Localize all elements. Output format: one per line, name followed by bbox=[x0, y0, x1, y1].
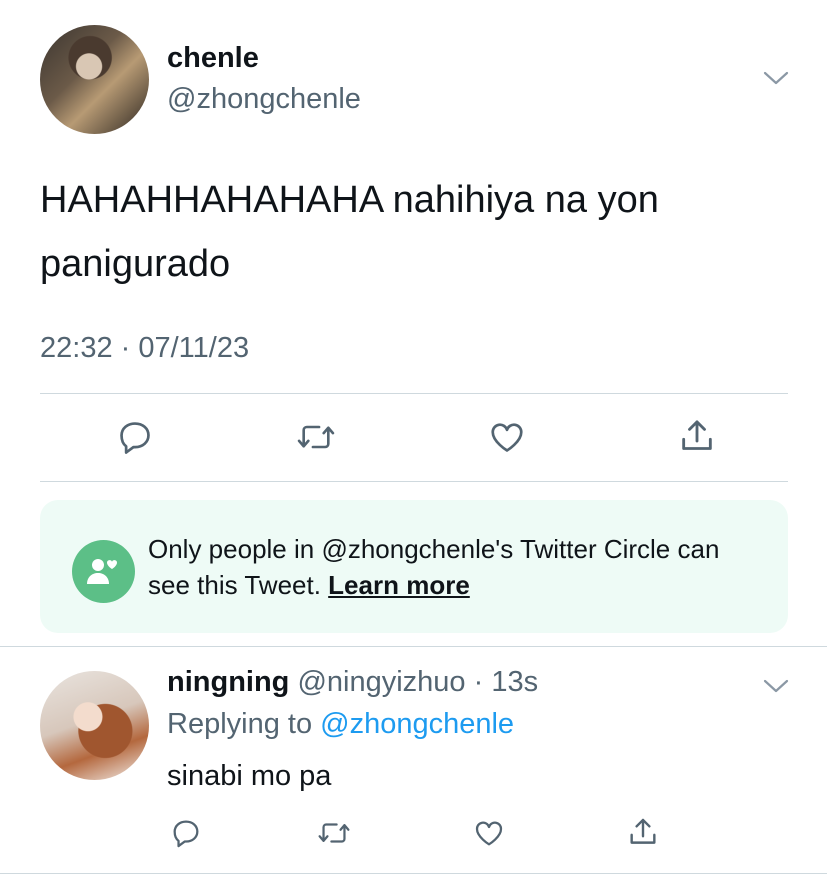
retweet-icon[interactable] bbox=[317, 817, 351, 849]
author-name[interactable]: chenle bbox=[167, 42, 259, 75]
learn-more-link[interactable]: Learn more bbox=[328, 570, 470, 600]
replying-to: Replying to @zhongchenle bbox=[167, 708, 514, 741]
tweet-timestamp[interactable]: 22:32 · 07/11/23 bbox=[40, 332, 249, 365]
chevron-down-icon[interactable] bbox=[762, 68, 790, 88]
replying-label: Replying to bbox=[167, 708, 321, 740]
reply-icon[interactable] bbox=[116, 418, 154, 456]
avatar[interactable] bbox=[40, 671, 149, 780]
tweet-text: HAHAHHAHAHAHA nahihiya na yon panigurado bbox=[40, 179, 659, 285]
chevron-down-icon[interactable] bbox=[762, 676, 790, 696]
separator-dot: · bbox=[465, 666, 492, 698]
reply-text: sinabi mo pa bbox=[167, 760, 332, 792]
twitter-circle-text: Only people in @zhongchenle's Twitter Ci… bbox=[148, 531, 768, 603]
avatar[interactable] bbox=[40, 25, 149, 134]
circle-text-part1: Only people in bbox=[148, 534, 322, 564]
divider bbox=[40, 481, 788, 482]
author-handle[interactable]: @zhongchenle bbox=[167, 83, 361, 116]
like-icon[interactable] bbox=[488, 418, 526, 456]
divider bbox=[0, 646, 827, 647]
reply-age[interactable]: 13s bbox=[491, 666, 538, 698]
reply-author-handle[interactable]: @ningyizhuo bbox=[297, 666, 465, 698]
divider bbox=[40, 393, 788, 394]
reply-header: ningning @ningyizhuo · 13s bbox=[167, 666, 538, 699]
replying-handle-link[interactable]: @zhongchenle bbox=[320, 708, 514, 740]
share-icon[interactable] bbox=[677, 416, 717, 456]
retweet-icon[interactable] bbox=[296, 418, 336, 456]
people-heart-icon bbox=[72, 540, 135, 603]
circle-handle: @zhongchenle's bbox=[321, 534, 514, 564]
reply-author-name[interactable]: ningning bbox=[167, 666, 289, 698]
divider bbox=[0, 873, 827, 874]
share-icon[interactable] bbox=[626, 815, 660, 849]
reply-icon[interactable] bbox=[170, 817, 202, 849]
like-icon[interactable] bbox=[473, 817, 505, 849]
